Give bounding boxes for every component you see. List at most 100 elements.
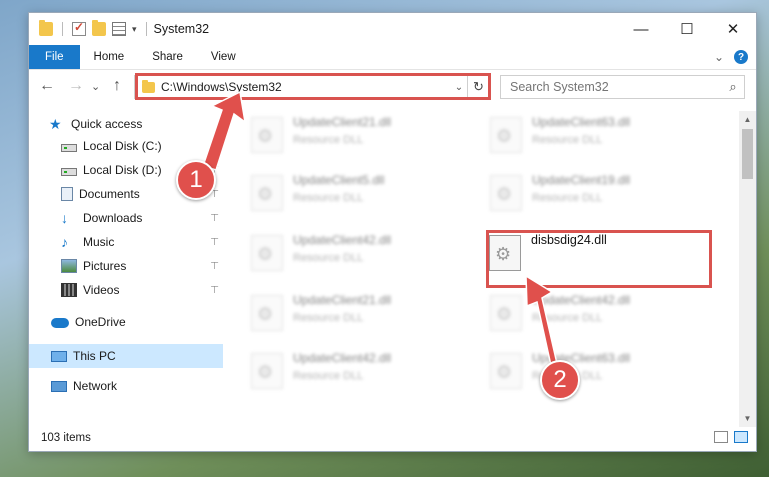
disk-icon [61, 167, 77, 176]
sidebar-item-label: Network [73, 379, 118, 393]
file-name: UpdateClient5.dll [293, 173, 385, 187]
file-item[interactable]: UpdateClient19.dll Resource DLL [490, 173, 710, 223]
expand-ribbon-icon[interactable]: ⌄ [714, 50, 724, 64]
dll-file-icon [490, 295, 522, 331]
file-item[interactable]: UpdateClient42.dll Resource DLL [490, 293, 710, 343]
scrollbar-thumb[interactable] [742, 129, 753, 179]
file-type: Resource DLL [532, 192, 603, 204]
disk-icon [61, 143, 77, 152]
file-type: Resource DLL [532, 312, 603, 324]
file-highlight [486, 230, 712, 288]
back-button[interactable]: ← [39, 77, 55, 95]
sidebar-item-onedrive[interactable]: OneDrive [51, 311, 219, 333]
title-bar: ▾ System32 — ☐ ✕ [29, 13, 756, 45]
recent-locations-icon[interactable]: ⌄ [91, 80, 100, 93]
pin-icon[interactable]: ⊤ [210, 237, 219, 248]
dll-file-icon [251, 295, 283, 331]
large-icons-view-icon[interactable] [734, 431, 748, 443]
search-box[interactable]: ⌕ [500, 75, 745, 99]
file-name: UpdateClient21.dll [293, 293, 392, 307]
properties-check-icon[interactable] [72, 20, 86, 36]
dll-file-icon [251, 117, 283, 153]
file-type: Resource DLL [293, 134, 364, 146]
file-type: Resource DLL [293, 252, 364, 264]
sidebar-item-videos[interactable]: Videos ⊤ [61, 279, 219, 301]
pin-icon[interactable]: ⊤ [210, 213, 219, 224]
sidebar-item-label: Local Disk (D:) [83, 163, 162, 177]
sidebar-item-pictures[interactable]: Pictures ⊤ [61, 255, 219, 277]
minimize-button[interactable]: — [618, 13, 664, 45]
sidebar-item-label: Documents [79, 187, 140, 201]
pin-icon[interactable]: ⊤ [210, 141, 219, 152]
details-view-icon[interactable] [714, 431, 728, 443]
star-icon: ★ [49, 116, 62, 132]
file-name: UpdateClient42.dll [293, 351, 392, 365]
dll-file-icon [251, 175, 283, 211]
sidebar-item-network[interactable]: Network [51, 375, 219, 397]
up-button[interactable]: ↑ [113, 77, 121, 95]
documents-icon [61, 187, 73, 201]
sidebar-item-this-pc[interactable]: This PC [29, 344, 223, 368]
new-folder-icon[interactable] [92, 20, 106, 36]
file-item[interactable]: UpdateClient21.dll Resource DLL [251, 293, 471, 343]
file-item[interactable]: UpdateClient42.dll Resource DLL [251, 233, 471, 283]
window-title: System32 [153, 22, 210, 36]
step-2-badge: 2 [540, 360, 580, 400]
item-count: 103 items [41, 432, 91, 444]
file-name: UpdateClient21.dll [293, 115, 392, 129]
navigation-pane: ★ Quick access Local Disk (C:) ⊤ Local D… [29, 111, 223, 421]
dll-file-icon [251, 235, 283, 271]
file-item[interactable]: UpdateClient21.dll Resource DLL [251, 115, 471, 165]
dll-file-icon [251, 353, 283, 389]
sidebar-item-label: Pictures [83, 259, 127, 273]
downloads-icon: ↓ [61, 210, 68, 226]
dll-file-icon [490, 353, 522, 389]
search-icon[interactable]: ⌕ [722, 79, 744, 95]
file-item[interactable]: UpdateClient63.dll Resource DLL [490, 115, 710, 165]
sidebar-item-label: Videos [83, 283, 120, 297]
search-input[interactable] [501, 80, 722, 94]
folder-icon [39, 20, 53, 36]
dll-file-icon [490, 117, 522, 153]
file-item[interactable]: UpdateClient42.dll Resource DLL [251, 351, 471, 401]
address-bar-highlight [135, 73, 491, 100]
customize-dropdown-icon[interactable]: ▾ [132, 24, 137, 35]
file-name: UpdateClient42.dll [532, 293, 631, 307]
file-name: UpdateClient19.dll [532, 173, 631, 187]
tab-view[interactable]: View [197, 45, 250, 69]
music-icon: ♪ [61, 234, 68, 250]
quick-access-toolbar: ▾ [29, 20, 150, 36]
pictures-icon [61, 259, 77, 273]
file-type: Resource DLL [293, 192, 364, 204]
videos-icon [61, 283, 77, 297]
this-pc-icon [51, 350, 67, 362]
file-item[interactable]: UpdateClient63.dll Resource DLL [490, 351, 710, 401]
sidebar-item-quick-access[interactable]: ★ Quick access [49, 113, 219, 135]
tab-share[interactable]: Share [138, 45, 197, 69]
scroll-up-icon[interactable]: ▲ [739, 111, 756, 128]
pin-icon[interactable]: ⊤ [210, 261, 219, 272]
sidebar-item-local-disk-c[interactable]: Local Disk (C:) ⊤ [61, 135, 219, 157]
maximize-button[interactable]: ☐ [664, 13, 710, 45]
file-name: UpdateClient63.dll [532, 351, 631, 365]
customize-toolbar-icon[interactable] [112, 22, 126, 36]
sidebar-item-label: Local Disk (C:) [83, 139, 162, 153]
sidebar-item-label: Quick access [71, 117, 143, 131]
sidebar-item-downloads[interactable]: ↓ Downloads ⊤ [61, 207, 219, 229]
close-button[interactable]: ✕ [710, 13, 756, 45]
pin-icon[interactable]: ⊤ [210, 285, 219, 296]
file-item[interactable]: UpdateClient5.dll Resource DLL [251, 173, 471, 223]
vertical-scrollbar[interactable]: ▲ ▼ [739, 111, 756, 427]
network-icon [51, 380, 67, 392]
sidebar-item-music[interactable]: ♪ Music ⊤ [61, 231, 219, 253]
help-icon[interactable]: ? [734, 50, 748, 64]
file-type: Resource DLL [532, 134, 603, 146]
status-bar: 103 items [29, 425, 756, 451]
forward-button[interactable]: → [68, 77, 84, 95]
tab-file[interactable]: File [29, 45, 80, 69]
ribbon-tabs: File Home Share View ⌄ ? [29, 45, 756, 70]
sidebar-item-label: Music [83, 235, 115, 249]
tab-home[interactable]: Home [80, 45, 139, 69]
file-name: UpdateClient42.dll [293, 233, 392, 247]
file-name: UpdateClient63.dll [532, 115, 631, 129]
